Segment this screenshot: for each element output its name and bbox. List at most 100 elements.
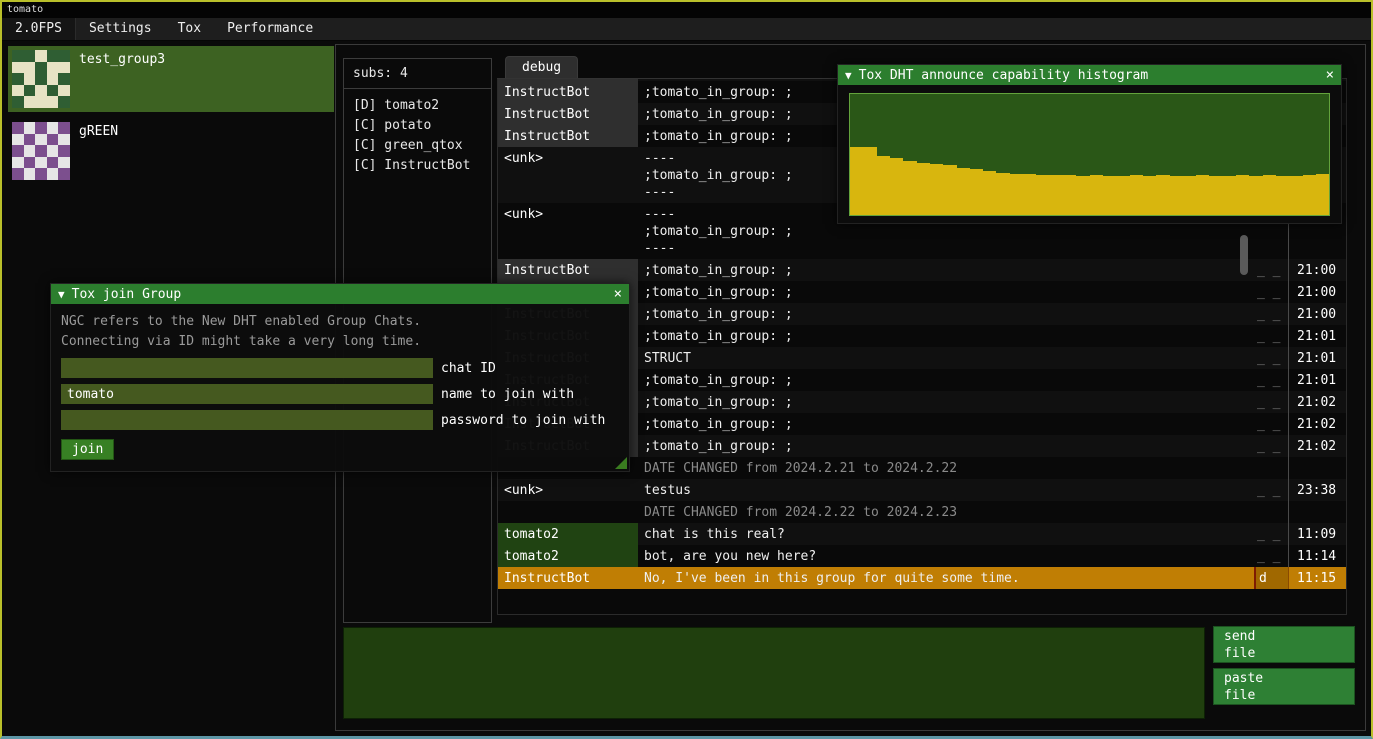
avatar-pixel [12,96,24,108]
avatar-pixel [58,157,70,169]
histogram-bar [1103,176,1116,215]
tab-debug[interactable]: debug [505,56,578,78]
avatar-pixel [47,122,59,134]
avatar-pixel [12,50,24,62]
send-file-button[interactable]: send file [1213,626,1355,663]
message-time: 21:01 [1288,325,1346,347]
message-text: ;tomato_in_group: ; [638,413,1254,435]
avatar-pixel [24,122,36,134]
message-time [1288,457,1346,479]
sender-name: <unk> [498,479,638,501]
avatar-pixel [24,73,36,85]
avatar-pixel [47,62,59,74]
message-flags [1254,501,1288,523]
histogram-bar [1023,174,1036,215]
histogram-bar [930,164,943,215]
subs-header: subs: 4 [353,65,482,83]
message-flags: _ _ [1254,391,1288,413]
window-title: tomato [7,4,43,15]
histogram-bar [1183,176,1196,215]
message-text: chat is this real? [638,523,1254,545]
message-text: DATE CHANGED from 2024.2.21 to 2024.2.22 [638,457,1254,479]
join-password-label: password to join with [441,413,605,428]
histogram-bar [1156,175,1169,215]
message-text: STRUCT [638,347,1254,369]
menu-item-tox[interactable]: Tox [165,18,214,40]
message-time [1288,501,1346,523]
join-help-line1: NGC refers to the New DHT enabled Group … [61,312,619,332]
message-flags [1254,457,1288,479]
avatar-pixel [35,50,47,62]
histogram-bar [957,168,970,215]
chat-id-input[interactable] [61,358,433,378]
sender-name: tomato2 [498,545,638,567]
avatar-pixel [58,134,70,146]
avatar-pixel [24,157,36,169]
avatar-pixel [35,145,47,157]
histogram-bar [943,165,956,215]
collapse-arrow-icon[interactable]: ▼ [845,69,852,82]
join-button[interactable]: join [61,439,114,460]
collapse-arrow-icon[interactable]: ▼ [58,288,65,301]
join-name-input[interactable] [61,384,433,404]
sender-name: InstructBot [498,259,638,281]
message-row[interactable]: InstructBot;tomato_in_group: ;_ _21:00 [498,259,1346,281]
subs-item[interactable]: [C] green_qtox [353,136,482,156]
group-item[interactable]: gREEN [8,118,334,184]
histogram-bar [863,147,876,215]
group-avatar [12,50,70,108]
dht-histogram-titlebar[interactable]: ▼ Tox DHT announce capability histogram … [838,65,1341,85]
message-time: 21:00 [1288,303,1346,325]
group-label: test_group3 [79,50,165,108]
message-text: ;tomato_in_group: ; [638,325,1254,347]
subs-item[interactable]: [D] tomato2 [353,96,482,116]
app-window: tomato 2.0FPSSettingsToxPerformance test… [0,0,1373,739]
sender-name: <unk> [498,147,638,203]
avatar-pixel [12,122,24,134]
avatar-pixel [12,168,24,180]
histogram-bar [1076,176,1089,215]
join-group-titlebar[interactable]: ▼ Tox join Group × [51,284,629,304]
message-input[interactable] [343,627,1205,719]
histogram-bar [1316,174,1329,215]
avatar-pixel [35,96,47,108]
avatar-pixel [12,73,24,85]
histogram-bar [903,161,916,215]
message-flags: _ _ [1254,413,1288,435]
histogram-bar [1209,176,1222,215]
histogram-bar [1303,175,1316,215]
menu-item-20fps: 2.0FPS [2,18,76,40]
message-row[interactable]: tomato2bot, are you new here?_ _11:14 [498,545,1346,567]
close-icon[interactable]: × [1326,67,1334,83]
sender-name: InstructBot [498,125,638,147]
message-time: 21:02 [1288,435,1346,457]
dht-histogram-window: ▼ Tox DHT announce capability histogram … [837,64,1342,224]
avatar-pixel [24,145,36,157]
menu-item-settings[interactable]: Settings [76,18,165,40]
message-flags: _ _ [1254,281,1288,303]
message-row[interactable]: InstructBotNo, I've been in this group f… [498,567,1346,589]
histogram-bar [890,158,903,215]
menu-item-performance[interactable]: Performance [214,18,326,40]
close-icon[interactable]: × [614,286,622,302]
menu-bar: 2.0FPSSettingsToxPerformance [2,18,1371,41]
avatar-pixel [12,62,24,74]
message-time: 21:00 [1288,259,1346,281]
message-row[interactable]: tomato2chat is this real?_ _11:09 [498,523,1346,545]
avatar-pixel [35,157,47,169]
group-item[interactable]: test_group3 [8,46,334,112]
join-name-label: name to join with [441,387,574,402]
message-time: 11:14 [1288,545,1346,567]
subs-item[interactable]: [C] potato [353,116,482,136]
resize-grip[interactable] [615,457,627,469]
avatar-pixel [35,168,47,180]
join-password-input[interactable] [61,410,433,430]
message-text: ;tomato_in_group: ; [638,281,1254,303]
histogram-bar [1276,176,1289,215]
message-row[interactable]: <unk>testus_ _23:38 [498,479,1346,501]
chat-scrollbar-thumb[interactable] [1240,235,1248,275]
avatar-pixel [24,50,36,62]
subs-item[interactable]: [C] InstructBot [353,156,482,176]
paste-file-button[interactable]: paste file [1213,668,1355,705]
avatar-pixel [24,96,36,108]
